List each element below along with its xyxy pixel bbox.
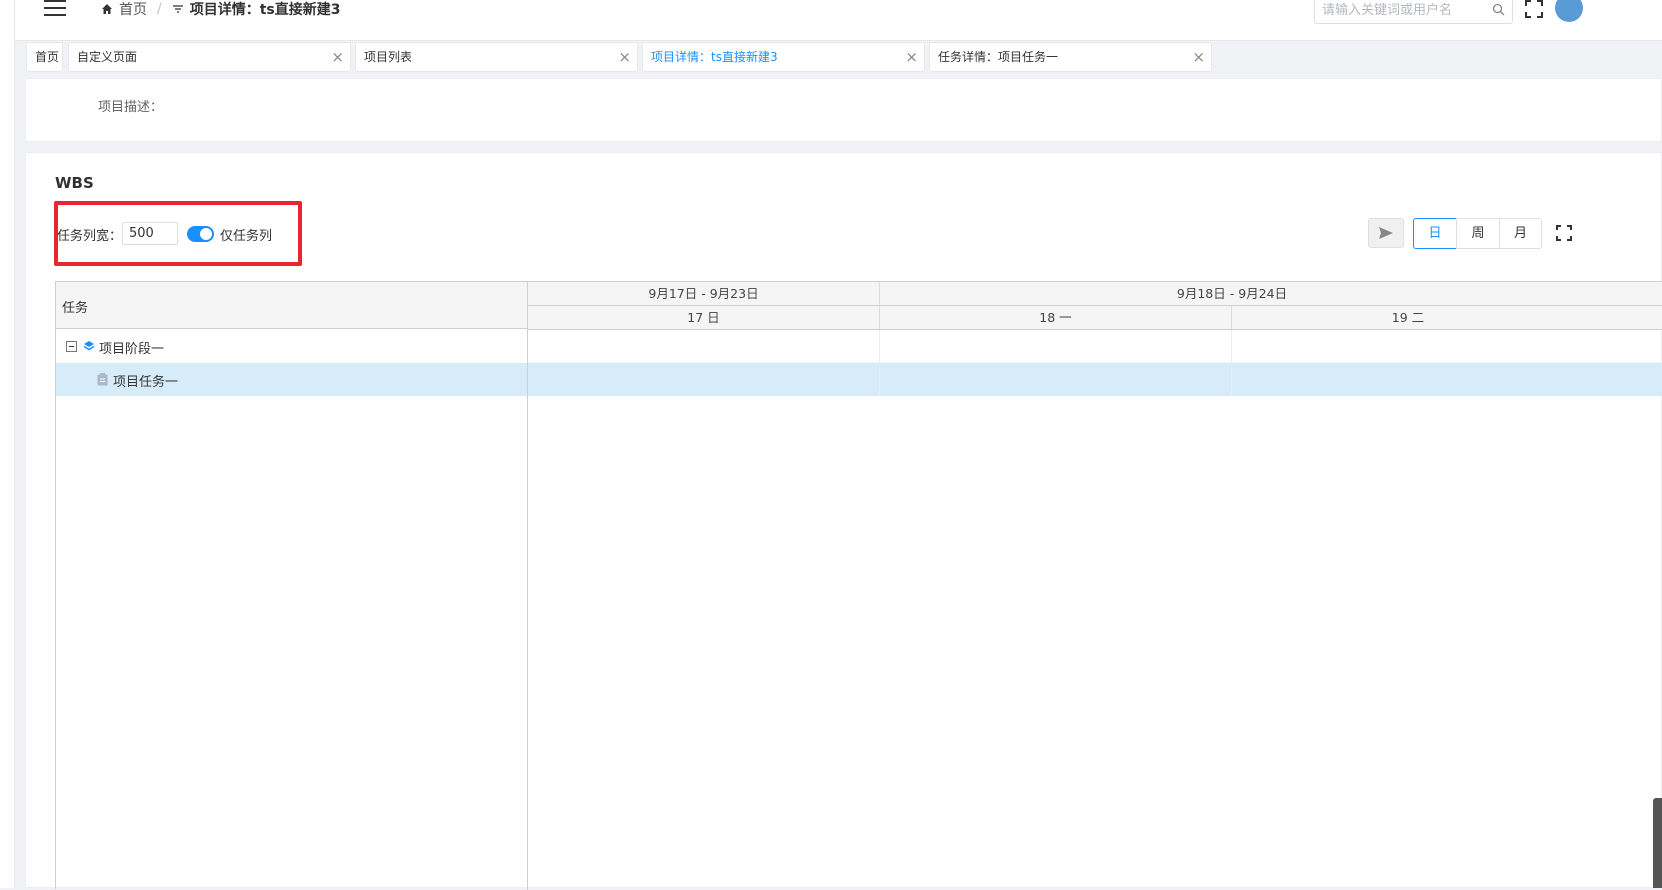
tab-custom-page[interactable]: 自定义页面 × — [68, 42, 351, 72]
close-icon[interactable]: × — [905, 43, 918, 71]
wbs-title: WBS — [55, 174, 94, 192]
breadcrumb-current: 项目详情：ts直接新建3 — [189, 2, 341, 18]
send-button[interactable] — [1368, 218, 1404, 248]
timeline-row — [528, 330, 1662, 363]
task-label: 项目任务一 — [113, 375, 179, 390]
avatar[interactable] — [1555, 0, 1583, 22]
tab-label: 项目列表 — [364, 50, 413, 64]
filter-icon — [172, 5, 183, 13]
task-column-header: 任务 — [56, 282, 527, 329]
left-strip — [0, 0, 15, 888]
collapse-icon[interactable] — [66, 341, 77, 352]
tab-home[interactable]: 首页 — [26, 42, 63, 72]
toggle-knob — [200, 228, 212, 240]
home-icon — [102, 4, 112, 14]
tab-task-detail[interactable]: 任务详情：项目任务一 × — [929, 42, 1212, 72]
project-info-panel: 项目描述： — [25, 78, 1662, 142]
scale-day-button[interactable]: 日 — [1413, 218, 1457, 249]
tab-label: 任务详情：项目任务一 — [938, 50, 1059, 64]
task-width-input[interactable] — [122, 222, 178, 245]
timeline-row-selected — [528, 363, 1662, 396]
search-input[interactable] — [1315, 0, 1475, 23]
scale-month-button[interactable]: 月 — [1499, 218, 1542, 249]
day-divider — [1231, 330, 1232, 396]
project-desc-label: 项目描述： — [98, 100, 164, 115]
search-icon[interactable] — [1492, 3, 1505, 16]
scrollbar-thumb[interactable] — [1653, 798, 1662, 888]
day-cell: 17 日 — [528, 306, 880, 329]
week-cell: 9月18日 - 9月24日 — [1176, 286, 1288, 301]
tab-project-detail[interactable]: 项目详情：ts直接新建3 × — [642, 42, 925, 72]
breadcrumb: 首页 / 项目详情：ts直接新建3 — [101, 0, 341, 18]
tab-label: 项目详情：ts直接新建3 — [651, 50, 778, 64]
search-box — [1314, 0, 1513, 24]
tabs-bar: 首页 自定义页面 × 项目列表 × 项目详情：ts直接新建3 × 任务详情：项目任务一… — [15, 41, 1662, 73]
tab-label: 自定义页面 — [77, 50, 138, 64]
day-divider — [879, 330, 880, 396]
layers-icon — [83, 341, 95, 351]
close-icon[interactable]: × — [1192, 43, 1205, 71]
task-width-label: 任务列宽： — [57, 229, 123, 244]
day-cell: 18 一 — [880, 306, 1232, 329]
task-row-task[interactable]: 项目任务一 — [56, 363, 527, 396]
gantt-grid: 任务 项目阶段一 项目任务一 9月17日 - 9月23日 9月18日 - 9月2… — [55, 281, 1662, 890]
task-row-phase[interactable]: 项目阶段一 — [56, 330, 527, 363]
task-only-toggle[interactable] — [187, 226, 214, 242]
close-icon[interactable]: × — [331, 43, 344, 71]
close-icon[interactable]: × — [618, 43, 631, 71]
send-icon — [1379, 227, 1393, 239]
week-cell: 9月17日 - 9月23日 — [528, 282, 880, 305]
fullscreen-icon[interactable] — [1556, 225, 1572, 241]
day-scale-row: 17 日 18 一 19 二 — [528, 306, 1662, 330]
breadcrumb-separator: / — [157, 1, 162, 17]
task-label: 项目阶段一 — [99, 342, 165, 357]
task-only-label: 仅任务列 — [220, 229, 273, 244]
menu-toggle-icon[interactable] — [44, 0, 66, 16]
day-cell: 19 二 — [1391, 310, 1425, 325]
tab-label: 首页 — [35, 50, 60, 64]
task-header-label: 任务 — [62, 301, 89, 316]
top-header: 首页 / 项目详情：ts直接新建3 — [15, 0, 1662, 41]
week-scale-row: 9月17日 - 9月23日 9月18日 - 9月24日 — [528, 282, 1662, 306]
scale-week-button[interactable]: 周 — [1456, 218, 1500, 249]
tab-project-list[interactable]: 项目列表 × — [355, 42, 638, 72]
breadcrumb-home[interactable]: 首页 — [119, 0, 147, 19]
fullscreen-icon[interactable] — [1525, 0, 1543, 18]
gantt-task-column: 任务 项目阶段一 项目任务一 — [56, 282, 528, 890]
clipboard-icon — [97, 373, 108, 386]
wbs-panel: WBS 任务列宽： 仅任务列 日 周 月 任务 项目阶段一 项目任务一 9月17… — [25, 152, 1662, 890]
gantt-timeline: 9月17日 - 9月23日 9月18日 - 9月24日 17 日 18 一 19… — [528, 282, 1662, 890]
